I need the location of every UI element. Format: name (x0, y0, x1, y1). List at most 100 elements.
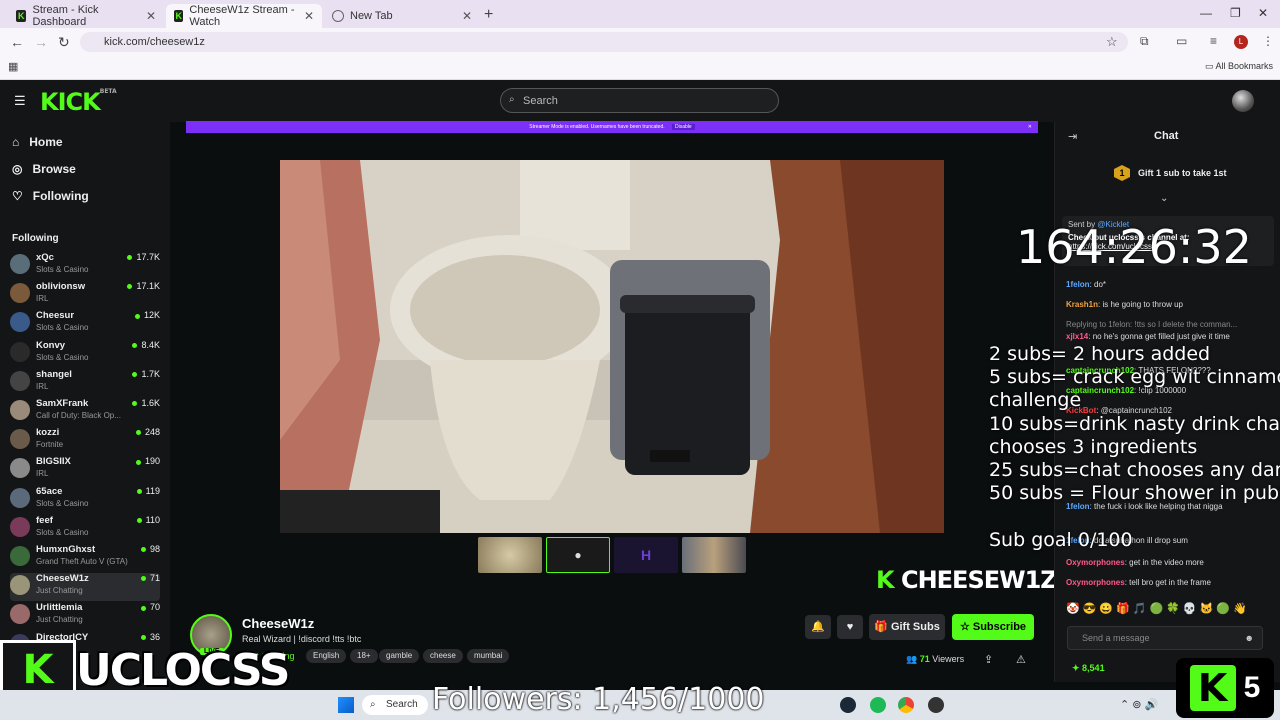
close-tab-icon[interactable]: ✕ (304, 9, 314, 23)
channel-category: Slots & Casino (36, 265, 89, 274)
chat-username[interactable]: 1felon (1066, 280, 1090, 289)
chat-username[interactable]: Oxymorphones (1066, 558, 1125, 567)
camera-icon[interactable]: ● (546, 537, 610, 573)
extensions-icon[interactable]: ⧉ (1140, 34, 1149, 49)
all-bookmarks-link[interactable]: ▭ All Bookmarks (1205, 61, 1273, 72)
sidebar-channel-samxfrank[interactable]: SamXFrank Call of Duty: Black Op... 1.6K (10, 398, 160, 426)
chat-input[interactable]: Send a message ☻ (1067, 626, 1263, 650)
sidebar-channel-cheesew1z[interactable]: CheeseW1z Just Chatting 71 (10, 573, 160, 602)
search-input[interactable]: ⌕ Search (500, 88, 779, 113)
sidebar-channel-kozzi[interactable]: kozzi Fortnite 248 (10, 427, 160, 455)
chevron-down-icon[interactable]: ⌄ (1160, 193, 1168, 204)
collapse-chat-icon[interactable]: ⇥ (1068, 130, 1077, 143)
obs-icon[interactable] (928, 697, 944, 713)
tag-chip[interactable]: mumbai (467, 649, 510, 663)
gift-subs-button[interactable]: 🎁 Gift Subs (869, 614, 945, 640)
tag-chip[interactable]: cheese (423, 649, 463, 663)
profile-avatar[interactable]: L (1234, 35, 1248, 49)
steam-icon[interactable] (840, 697, 856, 713)
media-control-icon[interactable]: ≡ (1210, 34, 1217, 48)
sidebar-item-browse[interactable]: ◎ Browse (12, 162, 76, 176)
emoji-picker-icon[interactable]: ☻ (1245, 627, 1254, 649)
channel-viewers: 8.4K (132, 340, 160, 350)
forward-icon[interactable]: → (34, 34, 48, 50)
channel-category: Slots & Casino (36, 527, 89, 537)
tag-chip[interactable]: English (306, 649, 347, 663)
sidebar-item-home[interactable]: ⌂ Home (12, 135, 63, 149)
sidebar-channel-feef[interactable]: feef Slots & Casino 110 (10, 515, 160, 543)
taskbar-search[interactable]: ⌕ Search (362, 695, 428, 715)
sidebar-channel-urlittlemia[interactable]: Urlittlemia Just Chatting 70 (10, 602, 160, 630)
compass-icon: ◎ (12, 162, 23, 176)
channel-points[interactable]: ✦ 8,541 (1072, 663, 1105, 674)
thumbnail-4[interactable] (682, 537, 746, 573)
tab-cheesew1z-stream[interactable]: K CheeseW1z Stream - Watch ✕ (166, 4, 322, 28)
apps-grid-icon[interactable]: ▦ (8, 60, 18, 73)
emote-bar[interactable]: 🤡😎😀🎁🎵🟢🍀💀🐱🟢👋 (1066, 602, 1250, 615)
tab-new-tab[interactable]: New Tab ✕ (324, 4, 480, 28)
channel-avatar (10, 370, 30, 391)
tag-chip[interactable]: gamble (379, 649, 420, 663)
sidebar-channel-oblivionsw[interactable]: oblivionsw IRL 17.1K (10, 281, 160, 309)
minimize-icon[interactable]: — (1200, 6, 1212, 20)
channel-category: Slots & Casino (36, 323, 89, 333)
sidebar-channel-xqc[interactable]: xQc Slots & Casino 17.7K (10, 252, 160, 280)
sidebar-channel-konvy[interactable]: Konvy Slots & Casino 8.4K (10, 340, 160, 368)
thumbnail-1[interactable] (478, 537, 542, 573)
video-thumbnails: ● H (478, 537, 746, 573)
browser-menu-icon[interactable]: ⋮ (1262, 34, 1274, 48)
chat-message: Krash1n: is he going to throw up (1066, 300, 1183, 309)
viewer-count: 👥 71 Viewers (906, 654, 965, 664)
sub-goal-line: 25 subs=chat chooses any dare (989, 459, 1280, 481)
thumbnail-3[interactable]: H (614, 537, 678, 573)
kick-favicon-icon: K (174, 10, 184, 22)
subscribe-button[interactable]: ☆ Subscribe (952, 614, 1034, 640)
spotify-icon[interactable] (870, 697, 886, 713)
system-tray-icons[interactable]: ⌃ ⊚ 🔊 (1120, 698, 1158, 711)
windows-start-icon[interactable] (338, 697, 354, 713)
disable-streamer-mode-button[interactable]: Disable (672, 124, 695, 130)
chrome-icon[interactable] (898, 697, 914, 713)
report-icon[interactable]: ⚠ (1016, 653, 1026, 666)
streamer-name[interactable]: CheeseW1z (242, 616, 314, 631)
sidebar-channel-humxnghxst[interactable]: HumxnGhxst Grand Theft Auto V (GTA) 98 (10, 544, 160, 572)
rank-badge-icon: 1 (1114, 165, 1130, 181)
chat-username[interactable]: Krash1n (1066, 300, 1098, 309)
follower-goal-overlay: Followers: 1,456/1000 (432, 682, 765, 717)
channel-viewers: 17.7K (127, 252, 160, 262)
reload-icon[interactable]: ↻ (58, 34, 70, 51)
sub-goal-line: Sub goal 0/100 (989, 528, 1133, 551)
close-window-icon[interactable]: ✕ (1258, 6, 1268, 20)
hamburger-menu-icon[interactable]: ☰ (14, 93, 26, 109)
new-tab-button[interactable]: + (484, 6, 493, 24)
channel-category: Just Chatting (36, 615, 83, 625)
chat-reply-header: Replying to 1felon: !tts so I delete the… (1066, 320, 1238, 329)
sidebar-channel-bigsiix[interactable]: BIGSIIX IRL 190 (10, 456, 160, 484)
share-icon[interactable]: ⇪ (984, 653, 993, 666)
tab-kick-dashboard[interactable]: K Stream - Kick Dashboard ✕ (8, 4, 164, 28)
channel-avatar (10, 312, 30, 333)
bookmark-star-icon[interactable]: ☆ (1106, 34, 1118, 50)
cast-icon[interactable]: ▭ (1176, 34, 1187, 48)
sidebar-channel-65ace[interactable]: 65ace Slots & Casino 119 (10, 486, 160, 514)
close-tab-icon[interactable]: ✕ (462, 9, 472, 23)
tag-chip[interactable]: 18+ (350, 649, 378, 663)
restore-icon[interactable]: ❐ (1230, 6, 1241, 20)
channel-avatar (10, 283, 30, 304)
sidebar-item-following[interactable]: ♡ Following (12, 189, 89, 203)
close-banner-icon[interactable]: ✕ (1028, 121, 1032, 133)
url-field[interactable]: kick.com/cheesew1z (80, 32, 1128, 52)
gift-leaderboard-banner[interactable]: 1 Gift 1 sub to take 1st (1114, 165, 1227, 181)
back-icon[interactable]: ← (10, 34, 24, 50)
chat-username[interactable]: Oxymorphones (1066, 578, 1125, 587)
sidebar-channel-cheesur[interactable]: Cheesur Slots & Casino 12K (10, 310, 160, 338)
sidebar-channel-shangel[interactable]: shangel IRL 1.7K (10, 369, 160, 397)
chat-username[interactable]: xjlx14 (1066, 332, 1088, 341)
channel-category: IRL (36, 469, 49, 479)
notification-bell-icon[interactable]: 🔔 (805, 615, 831, 639)
close-tab-icon[interactable]: ✕ (146, 9, 156, 23)
follow-heart-icon[interactable]: ♥ (837, 615, 863, 639)
user-avatar[interactable] (1232, 90, 1254, 112)
channel-category: IRL (36, 294, 49, 304)
kick-logo[interactable]: KICKBETA (40, 88, 117, 116)
